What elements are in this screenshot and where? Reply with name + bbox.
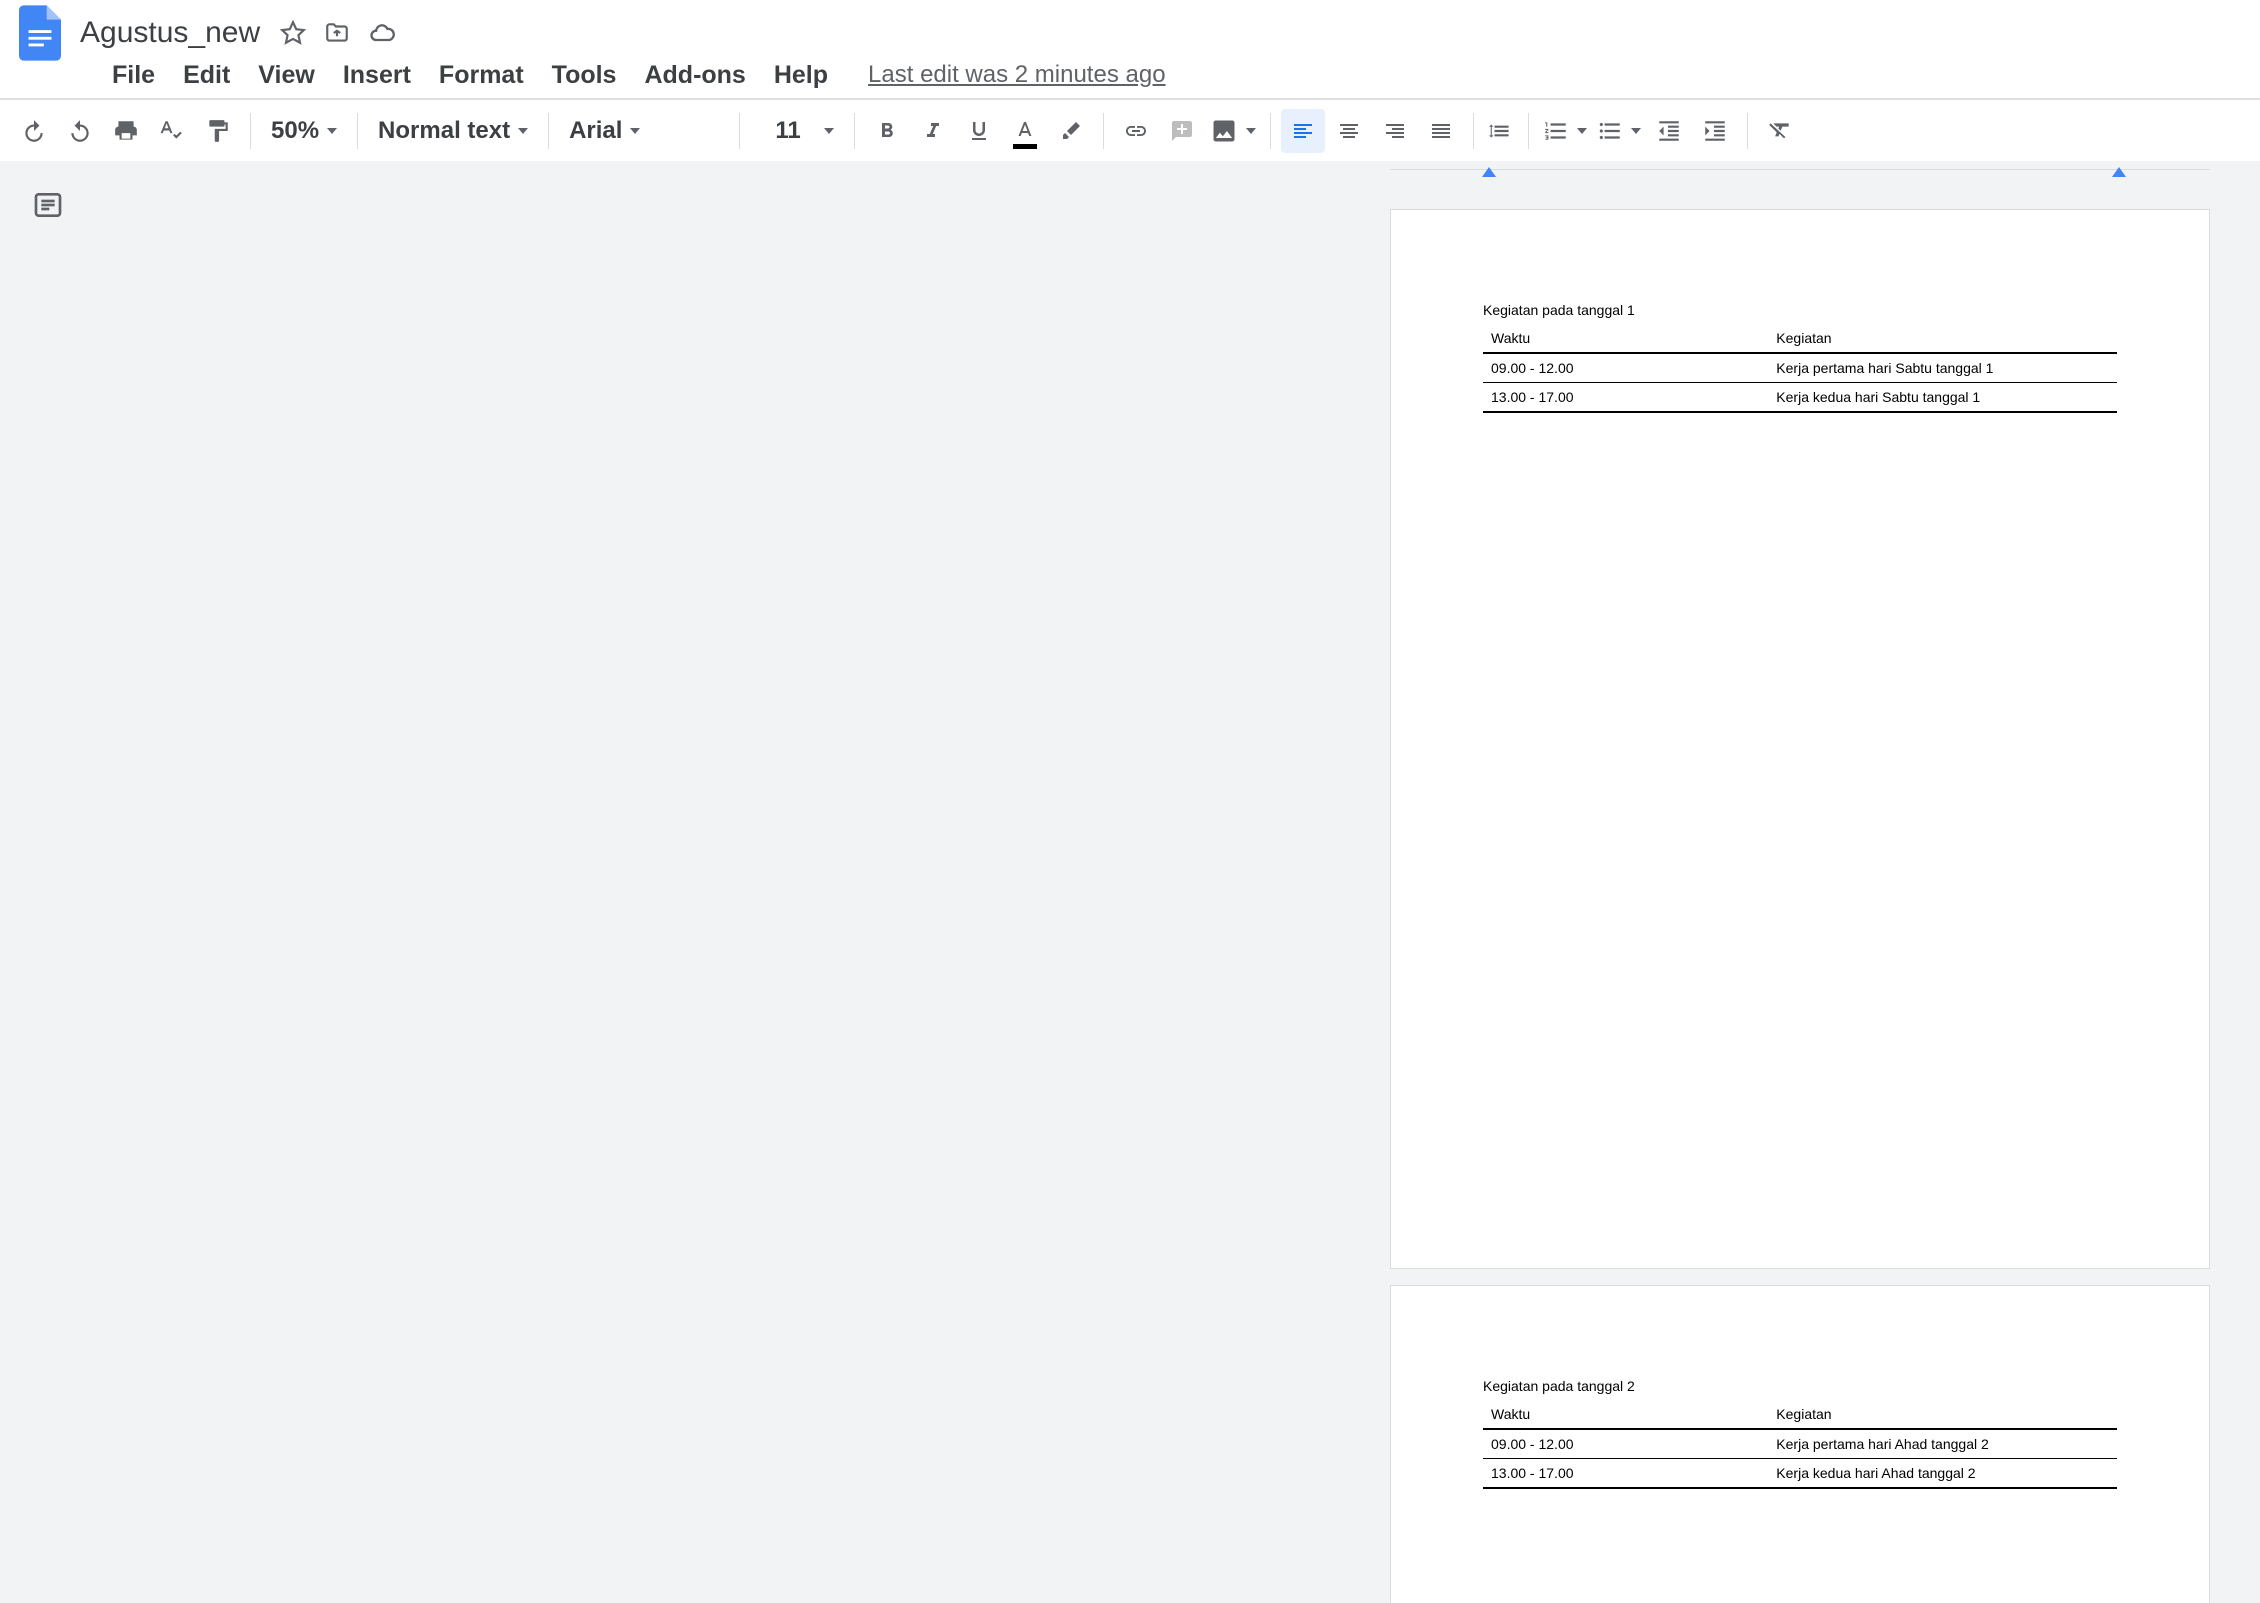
docs-logo-icon[interactable] <box>18 5 62 61</box>
menu-tools[interactable]: Tools <box>540 57 629 94</box>
title-icons <box>280 19 396 47</box>
add-comment-button[interactable] <box>1160 109 1204 153</box>
separator <box>1103 113 1104 149</box>
document-title[interactable]: Agustus_new <box>72 14 268 52</box>
last-edit-link[interactable]: Last edit was 2 minutes ago <box>868 61 1166 89</box>
table-header: Kegiatan <box>1768 1400 2117 1429</box>
menu-file[interactable]: File <box>100 57 167 94</box>
title-row: Agustus_new <box>0 0 2260 56</box>
table-cell: 13.00 - 17.00 <box>1483 1459 1768 1489</box>
separator <box>1473 113 1474 149</box>
table-cell: 09.00 - 12.00 <box>1483 1429 1768 1459</box>
ruler-indent-left[interactable] <box>1482 163 1496 182</box>
page-heading: Kegiatan pada tanggal 1 <box>1483 302 2117 318</box>
menu-view[interactable]: View <box>246 57 327 94</box>
separator <box>250 113 251 149</box>
menu-insert[interactable]: Insert <box>331 57 423 94</box>
table-header: Waktu <box>1483 1400 1768 1429</box>
decrease-indent-button[interactable] <box>1647 109 1691 153</box>
separator <box>854 113 855 149</box>
align-right-button[interactable] <box>1373 109 1417 153</box>
clear-formatting-button[interactable] <box>1758 109 1802 153</box>
chevron-down-icon <box>518 128 528 134</box>
table-header: Kegiatan <box>1768 324 2117 353</box>
separator <box>548 113 549 149</box>
zoom-dropdown[interactable]: 50% <box>261 109 347 153</box>
bold-button[interactable] <box>865 109 909 153</box>
increase-indent-button[interactable] <box>1693 109 1737 153</box>
chevron-down-icon <box>824 128 834 134</box>
schedule-table: Waktu Kegiatan 09.00 - 12.00 Kerja perta… <box>1483 324 2117 413</box>
app-header: Agustus_new File Edit View Insert Format… <box>0 0 2260 99</box>
page-heading: Kegiatan pada tanggal 2 <box>1483 1378 2117 1394</box>
table-cell: Kerja pertama hari Sabtu tanggal 1 <box>1768 353 2117 383</box>
numbered-list-button[interactable] <box>1539 109 1591 153</box>
zoom-value: 50% <box>271 117 319 145</box>
ruler[interactable] <box>1390 161 2210 179</box>
align-center-button[interactable] <box>1327 109 1371 153</box>
style-value: Normal text <box>378 117 510 145</box>
schedule-table: Waktu Kegiatan 09.00 - 12.00 Kerja perta… <box>1483 1400 2117 1489</box>
underline-button[interactable] <box>957 109 1001 153</box>
table-row: 13.00 - 17.00 Kerja kedua hari Sabtu tan… <box>1483 383 2117 413</box>
separator <box>1270 113 1271 149</box>
menu-help[interactable]: Help <box>762 57 840 94</box>
redo-button[interactable] <box>58 109 102 153</box>
chevron-down-icon <box>1631 128 1641 134</box>
spellcheck-button[interactable] <box>150 109 194 153</box>
star-icon[interactable] <box>280 20 306 46</box>
style-dropdown[interactable]: Normal text <box>368 109 538 153</box>
print-button[interactable] <box>104 109 148 153</box>
line-spacing-button[interactable] <box>1484 109 1518 153</box>
font-value: Arial <box>569 117 622 145</box>
chevron-down-icon <box>327 128 337 134</box>
table-header: Waktu <box>1483 324 1768 353</box>
align-justify-button[interactable] <box>1419 109 1463 153</box>
move-icon[interactable] <box>324 20 350 46</box>
align-left-button[interactable] <box>1281 109 1325 153</box>
insert-image-button[interactable] <box>1206 109 1260 153</box>
table-cell: 09.00 - 12.00 <box>1483 353 1768 383</box>
chevron-down-icon <box>1246 128 1256 134</box>
font-size-dropdown[interactable]: 11 <box>750 109 844 153</box>
undo-button[interactable] <box>12 109 56 153</box>
outline-button[interactable] <box>28 185 68 225</box>
workspace: Kegiatan pada tanggal 1 Waktu Kegiatan 0… <box>0 161 2260 1603</box>
separator <box>357 113 358 149</box>
insert-link-button[interactable] <box>1114 109 1158 153</box>
font-dropdown[interactable]: Arial <box>559 109 729 153</box>
ruler-indent-right[interactable] <box>2112 163 2126 182</box>
table-row: 09.00 - 12.00 Kerja pertama hari Ahad ta… <box>1483 1429 2117 1459</box>
toolbar: 50% Normal text Arial 11 <box>0 99 2260 161</box>
table-cell: Kerja kedua hari Sabtu tanggal 1 <box>1768 383 2117 413</box>
document-page[interactable]: Kegiatan pada tanggal 2 Waktu Kegiatan 0… <box>1390 1285 2210 1603</box>
separator <box>1528 113 1529 149</box>
table-cell: Kerja kedua hari Ahad tanggal 2 <box>1768 1459 2117 1489</box>
menubar: File Edit View Insert Format Tools Add-o… <box>0 56 2260 98</box>
bulleted-list-button[interactable] <box>1593 109 1645 153</box>
menu-format[interactable]: Format <box>427 57 536 94</box>
table-row: 09.00 - 12.00 Kerja pertama hari Sabtu t… <box>1483 353 2117 383</box>
table-cell: 13.00 - 17.00 <box>1483 383 1768 413</box>
separator <box>1747 113 1748 149</box>
document-page[interactable]: Kegiatan pada tanggal 1 Waktu Kegiatan 0… <box>1390 209 2210 1269</box>
menu-edit[interactable]: Edit <box>171 57 242 94</box>
italic-button[interactable] <box>911 109 955 153</box>
pages-container: Kegiatan pada tanggal 1 Waktu Kegiatan 0… <box>0 179 2260 1603</box>
text-color-button[interactable] <box>1003 109 1047 153</box>
table-cell: Kerja pertama hari Ahad tanggal 2 <box>1768 1429 2117 1459</box>
font-size-value: 11 <box>760 117 816 145</box>
separator <box>739 113 740 149</box>
chevron-down-icon <box>1577 128 1587 134</box>
highlight-button[interactable] <box>1049 109 1093 153</box>
table-row: 13.00 - 17.00 Kerja kedua hari Ahad tang… <box>1483 1459 2117 1489</box>
menu-addons[interactable]: Add-ons <box>632 57 757 94</box>
chevron-down-icon <box>630 128 640 134</box>
paint-format-button[interactable] <box>196 109 240 153</box>
cloud-icon[interactable] <box>368 19 396 47</box>
